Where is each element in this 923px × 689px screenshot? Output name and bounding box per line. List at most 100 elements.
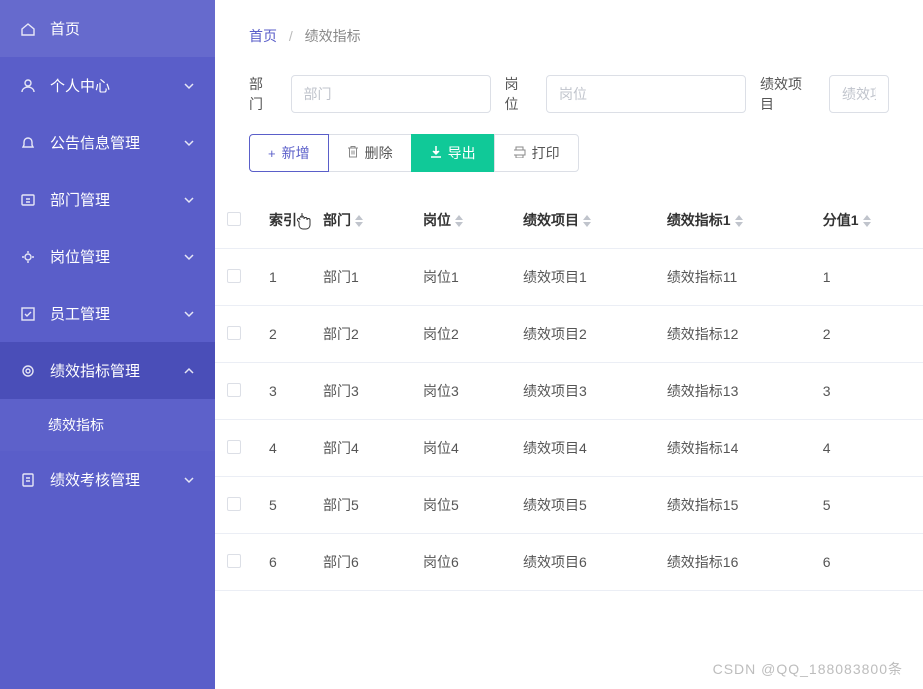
position-icon [20,249,36,265]
table-header-col[interactable]: 绩效指标1 [655,192,811,249]
main-content: 首页 / 绩效指标 部门 岗位 绩效项目 + 新增 删除 [215,0,923,689]
sidebar-item-label: 公告信息管理 [50,132,183,153]
cell-index: 6 [257,534,311,591]
cell-dept: 部门2 [311,306,411,363]
download-icon [430,146,442,161]
print-icon [513,146,526,161]
delete-button-label: 删除 [365,143,393,163]
employee-icon [20,306,36,322]
toolbar: + 新增 删除 导出 打印 [215,134,923,192]
row-checkbox[interactable] [227,497,241,511]
breadcrumb-current: 绩效指标 [305,28,361,44]
add-button[interactable]: + 新增 [249,134,329,172]
sidebar-item-5[interactable]: 员工管理 [0,285,215,342]
chevron-down-icon [183,474,195,486]
plus-icon: + [268,146,276,161]
sort-icon [355,215,363,227]
print-button[interactable]: 打印 [494,134,579,172]
breadcrumb: 首页 / 绩效指标 [215,0,923,64]
sidebar-item-label: 首页 [50,18,195,39]
cell-dept: 部门4 [311,420,411,477]
home-icon [20,21,36,37]
cell-index: 1 [257,249,311,306]
cell-position: 岗位6 [411,534,511,591]
cell-index: 2 [257,306,311,363]
cell-score: 1 [811,249,923,306]
chevron-down-icon [183,251,195,263]
table-header-col[interactable]: 分值1 [811,192,923,249]
sidebar-subitem[interactable]: 绩效指标 [0,399,215,451]
dept-icon [20,192,36,208]
sidebar-item-7[interactable]: 绩效考核管理 [0,451,215,508]
print-button-label: 打印 [532,143,560,163]
watermark: CSDN @QQ_188083800条 [713,659,903,679]
filter-bar: 部门 岗位 绩效项目 [215,64,923,134]
sidebar-item-label: 绩效指标管理 [50,360,183,381]
filter-project-input[interactable] [829,75,889,113]
sidebar-item-2[interactable]: 公告信息管理 [0,114,215,171]
cell-score: 5 [811,477,923,534]
cell-position: 岗位1 [411,249,511,306]
sort-icon [863,215,871,227]
breadcrumb-separator: / [289,28,293,44]
cell-dept: 部门3 [311,363,411,420]
chevron-down-icon [183,194,195,206]
sidebar-item-3[interactable]: 部门管理 [0,171,215,228]
breadcrumb-home-link[interactable]: 首页 [249,28,277,44]
sort-icon [735,215,743,227]
cell-indicator: 绩效指标14 [655,420,811,477]
table-header-col[interactable]: 绩效项目 [511,192,655,249]
filter-dept-input[interactable] [291,75,491,113]
sort-icon [583,215,591,227]
cell-position: 岗位5 [411,477,511,534]
table-row: 1 部门1 岗位1 绩效项目1 绩效指标11 1 [215,249,923,306]
cell-position: 岗位4 [411,420,511,477]
add-button-label: 新增 [282,143,310,163]
row-checkbox[interactable] [227,383,241,397]
row-checkbox[interactable] [227,554,241,568]
table-header-col[interactable]: 岗位 [411,192,511,249]
cell-indicator: 绩效指标11 [655,249,811,306]
cell-dept: 部门1 [311,249,411,306]
export-button[interactable]: 导出 [411,134,495,172]
sidebar-item-6[interactable]: 绩效指标管理 [0,342,215,399]
cell-project: 绩效项目6 [511,534,655,591]
cell-index: 3 [257,363,311,420]
filter-position-label: 岗位 [505,74,533,114]
cell-index: 5 [257,477,311,534]
table-row: 6 部门6 岗位6 绩效项目6 绩效指标16 6 [215,534,923,591]
cell-indicator: 绩效指标13 [655,363,811,420]
delete-button[interactable]: 删除 [328,134,412,172]
sidebar-item-0[interactable]: 首页 [0,0,215,57]
assess-icon [20,472,36,488]
row-checkbox[interactable] [227,326,241,340]
table-header-index[interactable]: 索引 [257,192,311,249]
sidebar-item-label: 员工管理 [50,303,183,324]
cell-dept: 部门6 [311,534,411,591]
cell-score: 3 [811,363,923,420]
data-table: 索引 部门岗位绩效项目绩效指标1分值1 1 部门1 岗位1 绩效项目1 绩效指标… [215,192,923,591]
trash-icon [347,145,359,161]
sidebar: 首页个人中心公告信息管理部门管理岗位管理员工管理绩效指标管理绩效指标绩效考核管理 [0,0,215,689]
sidebar-item-label: 部门管理 [50,189,183,210]
sidebar-item-4[interactable]: 岗位管理 [0,228,215,285]
sidebar-item-label: 个人中心 [50,75,183,96]
sidebar-item-1[interactable]: 个人中心 [0,57,215,114]
cell-score: 2 [811,306,923,363]
cell-indicator: 绩效指标16 [655,534,811,591]
select-all-checkbox[interactable] [227,212,241,226]
sidebar-item-label: 绩效考核管理 [50,469,183,490]
chevron-up-icon [183,365,195,377]
filter-dept-label: 部门 [249,74,277,114]
cell-score: 6 [811,534,923,591]
table-row: 2 部门2 岗位2 绩效项目2 绩效指标12 2 [215,306,923,363]
sort-icon [455,215,463,227]
filter-position-input[interactable] [546,75,746,113]
cell-project: 绩效项目1 [511,249,655,306]
row-checkbox[interactable] [227,269,241,283]
table-header-col[interactable]: 部门 [311,192,411,249]
row-checkbox[interactable] [227,440,241,454]
table-row: 3 部门3 岗位3 绩效项目3 绩效指标13 3 [215,363,923,420]
cell-dept: 部门5 [311,477,411,534]
table-row: 4 部门4 岗位4 绩效项目4 绩效指标14 4 [215,420,923,477]
